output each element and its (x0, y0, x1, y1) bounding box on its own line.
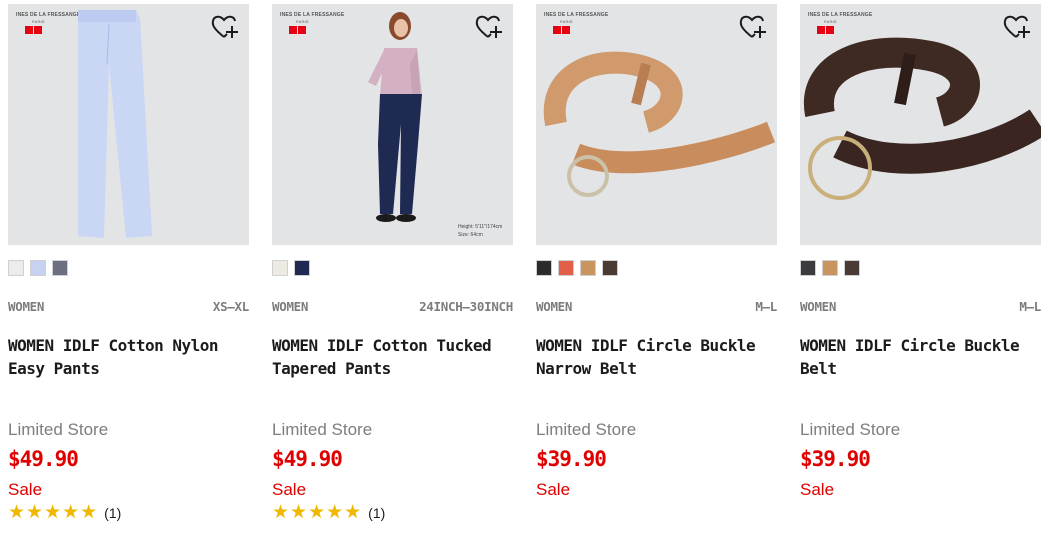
color-swatch[interactable] (8, 260, 24, 276)
add-to-favorites-icon[interactable] (739, 14, 767, 40)
product-image[interactable]: INES DE LA FRESSANGE PARIS (8, 4, 249, 245)
product-card[interactable]: INES DE LA FRESSANGE PARIS WOMEN XS–XL W… (8, 4, 249, 534)
product-image[interactable]: INES DE LA FRESSANGE PARIS (536, 4, 777, 245)
sale-label: Sale (272, 480, 307, 499)
color-swatch[interactable] (800, 260, 816, 276)
product-image[interactable]: INES DE LA FRESSANGE PARIS Height: 5'11"… (272, 4, 513, 245)
product-meta: WOMEN 24INCH–30INCH (272, 299, 513, 314)
belt-brown-image (803, 37, 1041, 200)
model-navy-pants-image (368, 12, 422, 222)
color-swatch[interactable] (52, 260, 68, 276)
add-to-favorites-icon[interactable] (1003, 14, 1031, 40)
color-swatch[interactable] (822, 260, 838, 276)
color-swatches (8, 260, 68, 276)
product-category: WOMEN (536, 299, 573, 314)
add-to-favorites-icon[interactable] (211, 14, 239, 40)
review-count: (1) (368, 504, 386, 521)
color-swatches (272, 260, 310, 276)
color-swatch[interactable] (844, 260, 860, 276)
color-swatch[interactable] (30, 260, 46, 276)
color-swatch[interactable] (580, 260, 596, 276)
star-rating-icon: ★★★★★ (8, 502, 99, 523)
product-image[interactable]: INES DE LA FRESSANGE PARIS (800, 4, 1041, 245)
product-card[interactable]: INES DE LA FRESSANGE PARIS WOMEN M–L WOM… (800, 4, 1041, 534)
belt-tan-image (543, 51, 776, 197)
product-meta: WOMEN XS–XL (8, 299, 249, 314)
product-category: WOMEN (8, 299, 45, 314)
store-availability: Limited Store (272, 420, 373, 439)
product-meta: WOMEN M–L (800, 299, 1041, 314)
product-price: $39.90 (536, 447, 607, 471)
product-name[interactable]: WOMEN IDLF Circle Buckle Narrow Belt (536, 334, 771, 380)
product-price: $49.90 (8, 447, 79, 471)
product-grid: INES DE LA FRESSANGE PARIS WOMEN XS–XL W… (8, 4, 1044, 534)
product-size-range: XS–XL (212, 299, 249, 314)
color-swatch[interactable] (294, 260, 310, 276)
color-swatch[interactable] (602, 260, 618, 276)
color-swatch[interactable] (536, 260, 552, 276)
model-size-note: Height: 5'11"/174cm Size: 64cm (458, 224, 503, 238)
sale-label: Sale (800, 480, 835, 499)
store-availability: Limited Store (536, 420, 637, 439)
product-name[interactable]: WOMEN IDLF Circle Buckle Belt (800, 334, 1035, 380)
product-size-range: M–L (1019, 299, 1041, 314)
pants-blue-image (78, 10, 152, 238)
product-size-range: 24INCH–30INCH (419, 299, 513, 314)
store-availability: Limited Store (800, 420, 901, 439)
color-swatches (536, 260, 618, 276)
add-to-favorites-icon[interactable] (475, 14, 503, 40)
product-price: $39.90 (800, 447, 871, 471)
sale-label: Sale (8, 480, 43, 499)
product-category: WOMEN (800, 299, 837, 314)
review-count: (1) (104, 504, 122, 521)
color-swatch[interactable] (272, 260, 288, 276)
product-rating[interactable]: ★★★★★ (1) (8, 501, 121, 524)
product-size-range: M–L (755, 299, 777, 314)
product-price: $49.90 (272, 447, 343, 471)
product-card[interactable]: INES DE LA FRESSANGE PARIS WOMEN M–L WOM… (536, 4, 777, 534)
product-category: WOMEN (272, 299, 309, 314)
product-meta: WOMEN M–L (536, 299, 777, 314)
color-swatches (800, 260, 860, 276)
product-rating[interactable]: ★★★★★ (1) (272, 501, 385, 524)
product-card[interactable]: INES DE LA FRESSANGE PARIS Height: 5'11"… (272, 4, 513, 534)
star-rating-icon: ★★★★★ (272, 502, 363, 523)
color-swatch[interactable] (558, 260, 574, 276)
sale-label: Sale (536, 480, 571, 499)
product-name[interactable]: WOMEN IDLF Cotton Tucked Tapered Pants (272, 334, 507, 380)
product-name[interactable]: WOMEN IDLF Cotton Nylon Easy Pants (8, 334, 243, 380)
store-availability: Limited Store (8, 420, 109, 439)
